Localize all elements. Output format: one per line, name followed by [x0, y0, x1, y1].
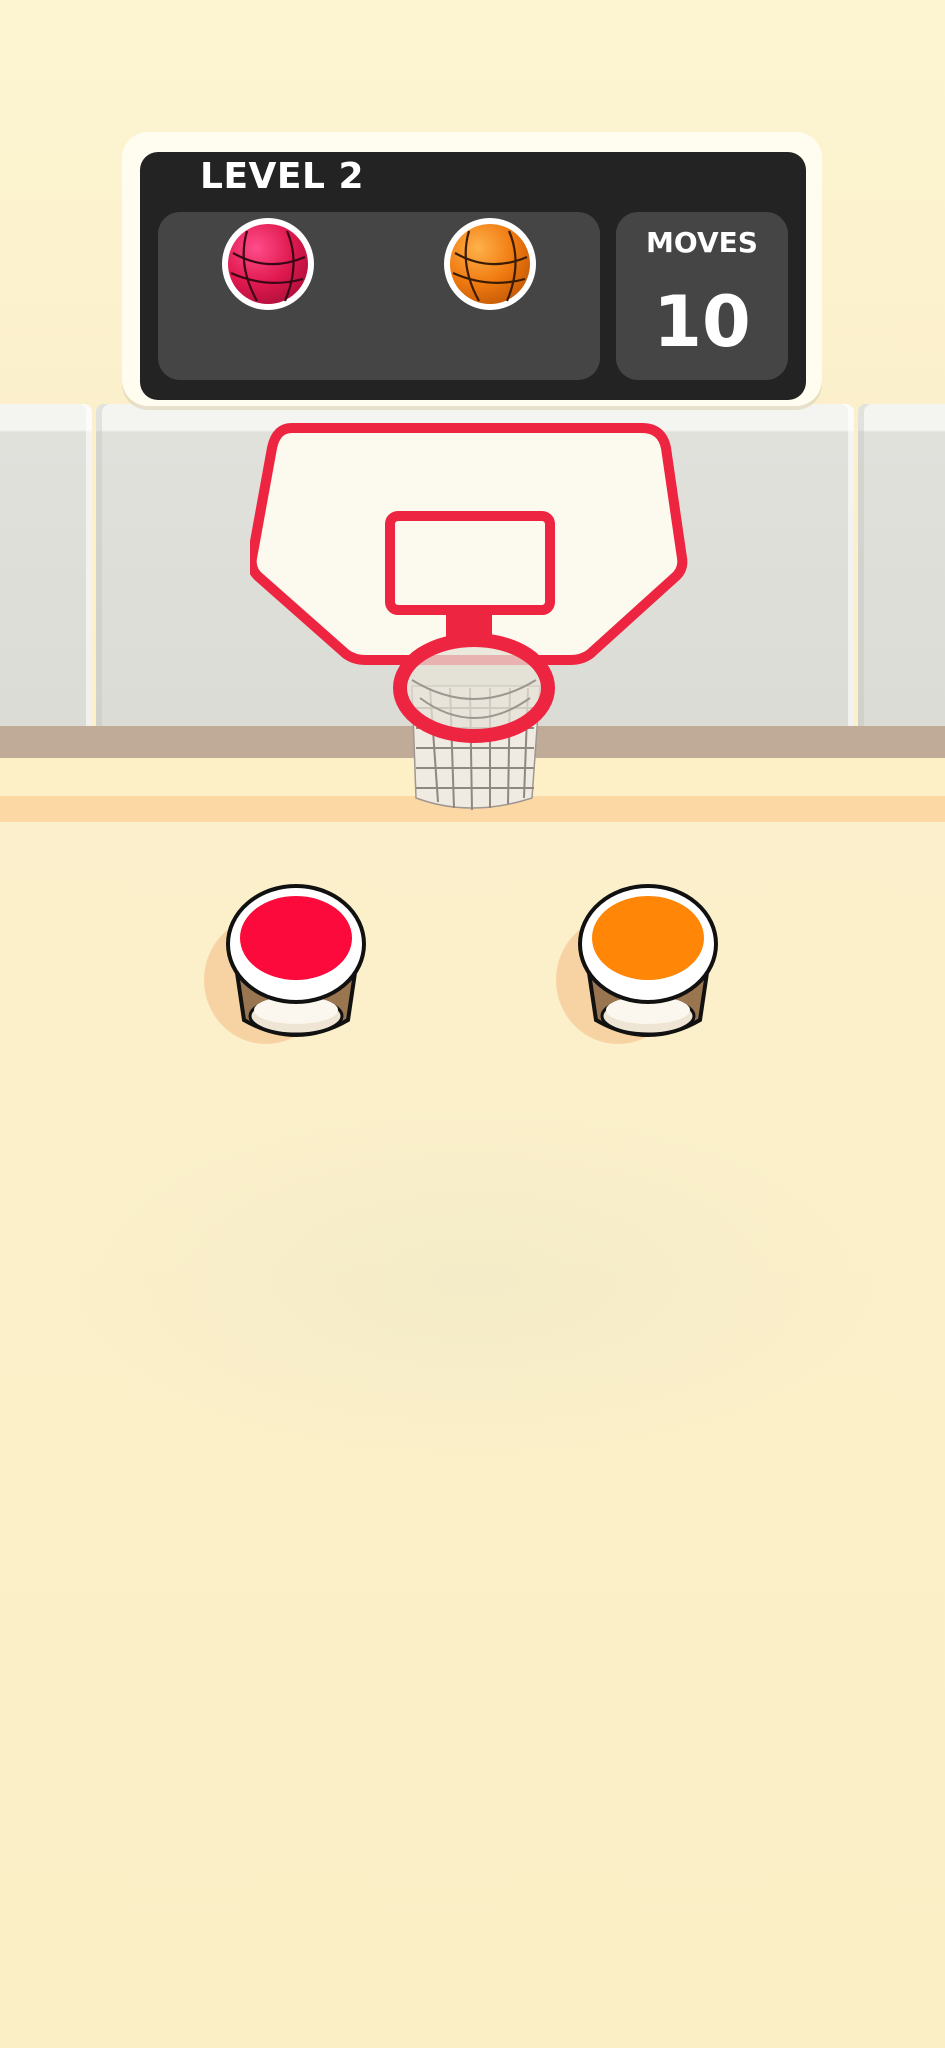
wall-panel-right	[858, 404, 945, 726]
level-label: LEVEL 2	[200, 156, 365, 197]
basketball-icon	[450, 224, 530, 304]
moves-counter: 10	[653, 281, 751, 363]
game-scene: LEVEL 2 MOVES 10	[0, 0, 945, 2048]
rim	[393, 633, 555, 743]
cup-red[interactable]	[196, 870, 396, 1070]
moves-label: MOVES	[646, 226, 758, 259]
cup-icon	[556, 884, 718, 1044]
target-ball-orange	[444, 218, 536, 310]
court-shadow	[60, 1100, 890, 1460]
wall-panel-left	[0, 404, 92, 726]
backboard-target	[385, 511, 555, 615]
basketball-icon	[228, 224, 308, 304]
target-ball-red	[222, 218, 314, 310]
cup-icon	[204, 884, 366, 1044]
target-balls-panel	[158, 212, 600, 380]
cup-orange[interactable]	[548, 870, 748, 1070]
basketball-hoop	[250, 423, 688, 811]
